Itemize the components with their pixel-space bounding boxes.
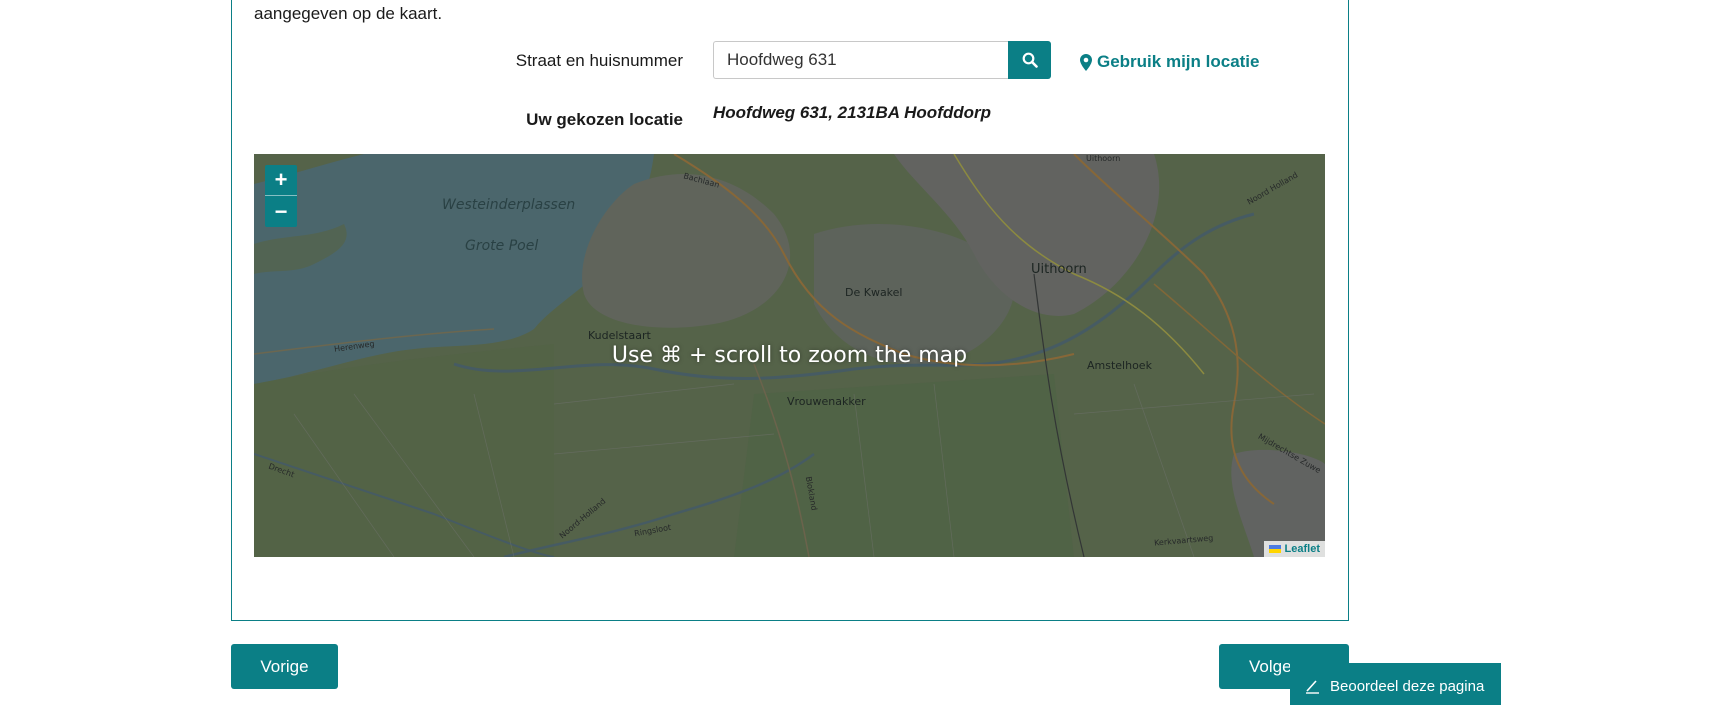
street-label: Straat en huisnummer <box>515 51 683 70</box>
zoom-in-button[interactable]: + <box>265 165 297 196</box>
search-button[interactable] <box>1008 41 1051 79</box>
map-scroll-hint-overlay: Use ⌘ + scroll to zoom the map <box>254 154 1325 557</box>
intro-text: aangegeven op de kaart. <box>254 4 443 23</box>
use-my-location-label: Gebruik mijn locatie <box>1097 52 1260 71</box>
zoom-out-button[interactable]: − <box>265 196 297 227</box>
location-map[interactable]: Westeinderplassen Grote Poel Uithoorn De… <box>254 154 1325 557</box>
rate-page-button[interactable]: Beoordeel deze pagina <box>1290 663 1501 705</box>
leaflet-link[interactable]: Leaflet <box>1285 543 1320 555</box>
chosen-location-value: Hoofdweg 631, 2131BA Hoofddorp <box>713 103 992 122</box>
search-icon <box>1022 52 1038 68</box>
rate-page-label: Beoordeel deze pagina <box>1330 677 1485 695</box>
chosen-location-label: Uw gekozen locatie <box>526 110 683 129</box>
previous-button[interactable]: Vorige <box>231 644 338 689</box>
map-scroll-hint-text: Use ⌘ + scroll to zoom the map <box>611 343 968 368</box>
ukraine-flag-icon <box>1268 545 1281 553</box>
pencil-icon <box>1306 680 1319 694</box>
zoom-control: + − <box>265 165 297 227</box>
map-marker-icon <box>1080 53 1092 71</box>
map-attribution: Leaflet <box>1263 541 1325 557</box>
street-input[interactable] <box>713 41 1009 79</box>
use-my-location-link[interactable]: Gebruik mijn locatie <box>1080 52 1260 72</box>
